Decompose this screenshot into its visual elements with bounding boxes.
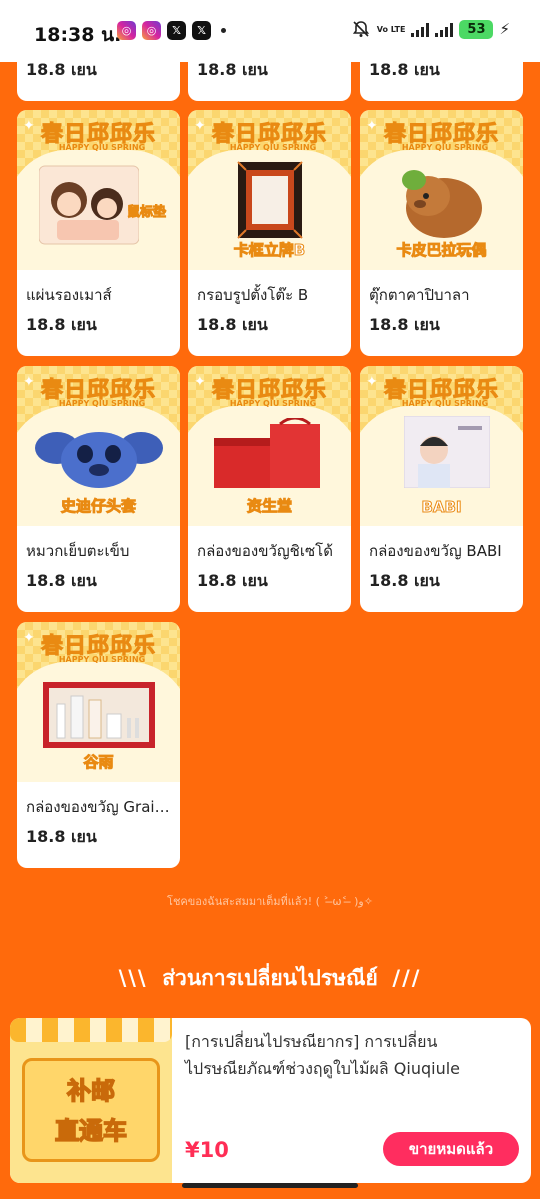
product-price: 18.8 เยน — [26, 315, 97, 334]
product-card[interactable]: 春日邱邱乐 HAPPY QIU SPRING ✦ 资生堂 กล่องของขวั… — [188, 366, 351, 612]
banner-subtitle: HAPPY QIU SPRING — [229, 399, 317, 408]
banner-subtitle: HAPPY QIU SPRING — [58, 655, 146, 664]
product-price: 18.8 เยน — [197, 315, 268, 334]
home-indicator[interactable] — [182, 1183, 358, 1188]
status-indicators: Vo LTE 53 ⚡ — [351, 19, 510, 39]
section-decoration-right: /// — [392, 966, 422, 990]
thumb-line-1: 补邮 — [66, 1076, 116, 1106]
product-price: 18.8 เยน — [26, 827, 97, 846]
product-price: 18.8 เยน — [197, 571, 268, 590]
more-notifications-icon — [221, 28, 226, 33]
banner-subtitle: HAPPY QIU SPRING — [229, 143, 317, 152]
product-name: กล่องของขวัญชิเซโด้ — [197, 542, 333, 560]
x-app-icon: 𝕏 — [192, 21, 211, 40]
banner-subtitle: HAPPY QIU SPRING — [58, 399, 146, 408]
product-image: 春日邱邱乐 HAPPY QIU SPRING ✦ 资生堂 — [188, 366, 351, 526]
status-time: 18:38 น. — [34, 24, 122, 46]
product-image: 春日邱邱乐 HAPPY QIU SPRING ✦ 史迪仔头套 — [17, 366, 180, 526]
notification-icons: ◎ ◎ 𝕏 𝕏 — [117, 21, 226, 40]
product-image: 春日邱邱乐 HAPPY QIU SPRING ✦ BABI — [360, 366, 523, 526]
product-caption: 谷雨 — [83, 753, 114, 772]
capybara-plush-picture — [402, 170, 482, 238]
product-name: แผ่นรองเมาส์ — [26, 286, 112, 304]
battery-indicator: 53 — [459, 19, 494, 39]
banner-subtitle: HAPPY QIU SPRING — [58, 143, 146, 152]
product-image: 春日邱邱乐 HAPPY QIU SPRING ✦ 卡皮巴拉玩偶 — [360, 110, 523, 270]
product-card[interactable]: 春日邱邱乐 HAPPY QIU SPRING ✦ 谷雨 กล่องของขวัญ… — [17, 622, 180, 868]
sold-out-button[interactable]: ขายหมดแล้ว — [383, 1132, 519, 1166]
instagram-icon: ◎ — [142, 21, 161, 40]
sparkle-icon: ✦ — [194, 374, 206, 390]
product-price: 18.8 เยน — [26, 571, 97, 590]
product-caption: 卡皮巴拉玩偶 — [396, 241, 487, 260]
banner-subtitle: HAPPY QIU SPRING — [401, 143, 489, 152]
awning-decoration — [10, 1018, 172, 1042]
signal-icon — [435, 21, 454, 37]
section-title: \\\ ส่วนการเปลี่ยนไปรษณีย์ /// — [0, 962, 540, 995]
product-caption: 卡框立牌B — [233, 241, 306, 260]
product-name: ตุ๊กตาคาปิบาลา — [369, 286, 470, 304]
product-card[interactable]: 春日邱邱乐 HAPPY QIU SPRING ✦ BABI กล่องของขว… — [360, 366, 523, 612]
product-name: กล่องของขวัญ BABI — [369, 542, 502, 560]
status-bar: 18:38 น. ◎ ◎ 𝕏 𝕏 Vo LTE 53 ⚡ — [0, 0, 540, 62]
product-caption: 鼠标垫 — [126, 205, 166, 221]
charging-icon: ⚡ — [499, 20, 510, 38]
volte-label: Vo LTE — [376, 24, 406, 34]
product-card[interactable]: 春日邱邱乐 HAPPY QIU SPRING ✦ 卡皮巴拉玩偶 ตุ๊กตาคา… — [360, 110, 523, 356]
product-name: กรอบรูปตั้งโต๊ะ B — [197, 286, 309, 304]
sparkle-icon: ✦ — [194, 118, 206, 134]
section-decoration-left: \\\ — [118, 966, 148, 990]
product-name: กล่องของขวัญ Grain Rain — [26, 798, 174, 816]
product-image: 春日邱邱乐 HAPPY QIU SPRING ✦ 鼠标垫 — [17, 110, 180, 270]
sign-board: 补邮 直通车 — [22, 1058, 160, 1162]
product-card[interactable]: 春日邱邱乐 HAPPY QIU SPRING ✦ 鼠标垫 แผ่นรองเมาส… — [17, 110, 180, 356]
product-caption: 资生堂 — [246, 497, 292, 516]
banner-subtitle: HAPPY QIU SPRING — [401, 399, 489, 408]
instagram-icon: ◎ — [117, 21, 136, 40]
signal-5g-icon — [411, 21, 430, 37]
gift-box-picture — [214, 418, 320, 488]
sparkle-icon: ✦ — [23, 118, 35, 134]
postage-thumbnail: 补邮 直通车 — [10, 1018, 172, 1183]
footer-note: โชคของฉันสะสมมาเต็มที่แล้ว! ( ˃ ̶ω˂ ̶ )و… — [167, 895, 373, 908]
section-title-text: ส่วนการเปลี่ยนไปรษณีย์ — [162, 966, 378, 990]
bell-muted-icon — [352, 21, 369, 37]
product-price: 18.8 เยน — [369, 571, 440, 590]
product-caption: BABI — [421, 498, 462, 517]
stitch-hat-picture — [35, 432, 163, 488]
x-app-icon: 𝕏 — [167, 21, 186, 40]
skincare-set-picture — [43, 682, 155, 748]
product-image: 春日邱邱乐 HAPPY QIU SPRING ✦ 卡框立牌B — [188, 110, 351, 270]
sparkle-icon: ✦ — [23, 374, 35, 390]
product-price: 18.8 เยน — [369, 315, 440, 334]
sparkle-icon: ✦ — [366, 374, 378, 390]
thumb-line-2: 直通车 — [54, 1116, 128, 1146]
product-caption: 史迪仔头套 — [60, 497, 136, 516]
sparkle-icon: ✦ — [366, 118, 378, 134]
babi-box-picture — [404, 416, 490, 488]
exchange-price: ¥10 — [185, 1138, 229, 1162]
product-card[interactable]: 春日邱邱乐 HAPPY QIU SPRING ✦ 卡框立牌B กรอบรูปตั… — [188, 110, 351, 356]
product-name: หมวกเย็บตะเข็บ — [26, 542, 130, 560]
exchange-title: [การเปลี่ยนไปรษณียากร] การเปลี่ยนไปรษณีย… — [185, 1032, 461, 1078]
postage-exchange-card[interactable]: 补邮 直通车 [การเปลี่ยนไปรษณียากร] การเปลี่ยน… — [10, 1018, 531, 1183]
sparkle-icon: ✦ — [23, 630, 35, 646]
product-image: 春日邱邱乐 HAPPY QIU SPRING ✦ 谷雨 — [17, 622, 180, 782]
product-card[interactable]: 春日邱邱乐 HAPPY QIU SPRING ✦ 史迪仔头套 หมวกเย็บต… — [17, 366, 180, 612]
photo-frame-picture — [237, 161, 303, 239]
